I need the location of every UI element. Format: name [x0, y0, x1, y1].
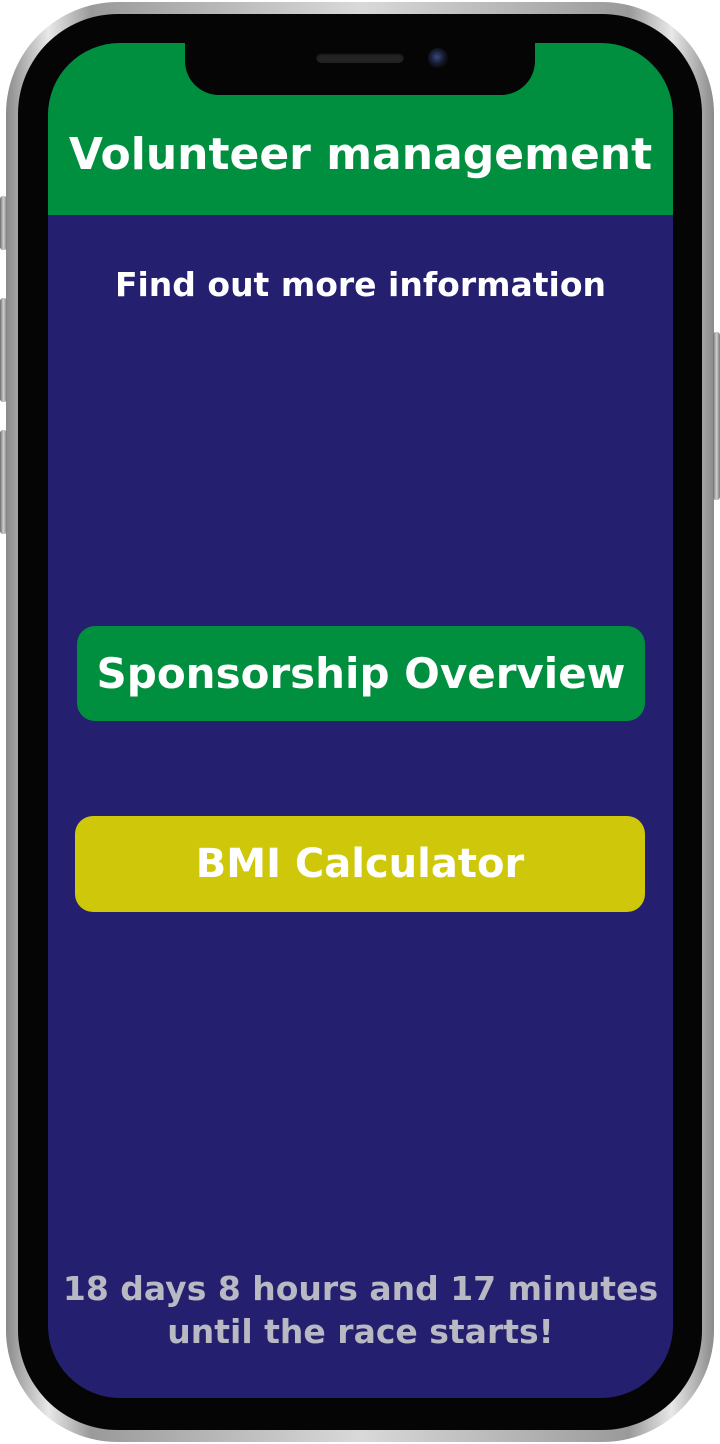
info-subtitle: Find out more information	[114, 265, 607, 304]
mute-switch	[0, 196, 7, 250]
bmi-calculator-label: BMI Calculator	[195, 841, 525, 887]
volume-up-button	[0, 298, 7, 402]
countdown-line-2: until the race starts!	[167, 1312, 554, 1351]
bmi-calculator-button[interactable]: BMI Calculator	[75, 816, 645, 912]
speaker-grille	[316, 53, 404, 63]
sponsorship-overview-label: Sponsorship Overview	[96, 649, 626, 698]
front-camera-icon	[428, 48, 448, 68]
power-button	[713, 332, 720, 500]
countdown-line-1: 18 days 8 hours and 17 minutes	[62, 1269, 659, 1308]
page-title: Volunteer management	[68, 129, 653, 180]
volume-down-button	[0, 430, 7, 534]
sponsorship-overview-button[interactable]: Sponsorship Overview	[77, 626, 645, 721]
app-screen: Volunteer management Find out more infor…	[48, 43, 673, 1398]
phone-notch	[185, 43, 535, 95]
race-countdown: 18 days 8 hours and 17 minutes until the…	[48, 1267, 673, 1353]
